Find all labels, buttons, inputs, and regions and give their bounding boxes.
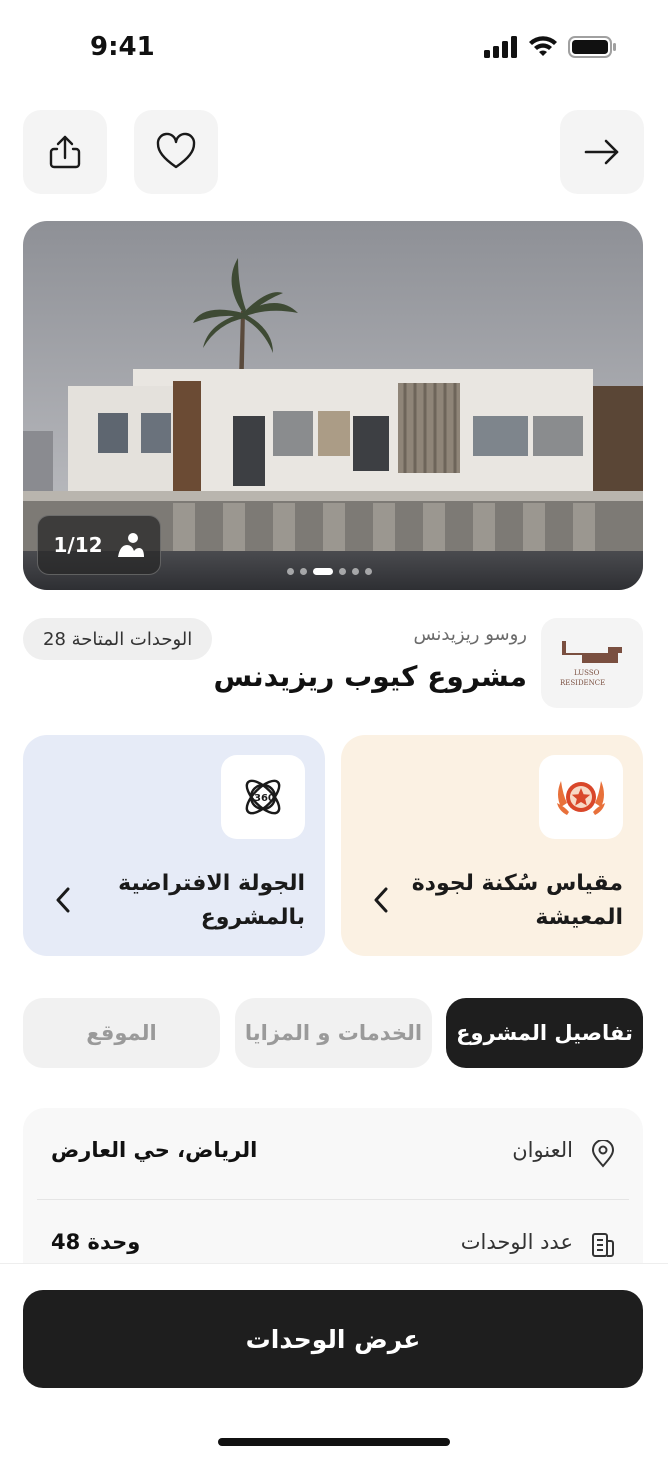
project-gallery[interactable]: 1/12	[23, 221, 643, 590]
chevron-left-icon	[374, 887, 388, 913]
chevron-left-icon	[56, 887, 70, 913]
detail-row-address: العنوان الرياض، حي العارض	[23, 1108, 643, 1198]
tour-card-title: الجولة الافتراضية بالمشروع	[118, 871, 305, 930]
battery-icon	[568, 36, 616, 58]
tab-project-details[interactable]: تفاصيل المشروع	[446, 998, 643, 1068]
arrow-right-icon	[584, 139, 619, 165]
quality-card-title: مقياس سُكنة لجودة المعيشة	[411, 871, 623, 930]
gallery-dot[interactable]	[365, 568, 372, 575]
gallery-dot[interactable]	[287, 568, 294, 575]
status-time: 9:41	[90, 32, 155, 62]
location-pin-icon	[591, 1140, 615, 1168]
tour-icon-box: 360	[221, 755, 305, 839]
tab-services-features[interactable]: الخدمات و المزايا	[235, 998, 432, 1068]
units-count-label: عدد الوحدات	[460, 1230, 573, 1254]
available-units-badge: الوحدات المتاحة 28	[23, 618, 213, 660]
wifi-icon	[529, 36, 557, 56]
gallery-dots	[287, 568, 372, 575]
favorite-button[interactable]	[134, 110, 218, 194]
photo-counter[interactable]: 1/12	[37, 515, 161, 575]
project-title: مشروع كيوب ريزيدنس	[213, 660, 527, 693]
lusso-logo: LUSSO RESIDENCE	[560, 641, 622, 687]
share-button[interactable]	[23, 110, 107, 194]
quality-icon-box	[539, 755, 623, 839]
share-icon	[49, 135, 81, 169]
tab-location[interactable]: الموقع	[23, 998, 220, 1068]
logo-text-1: LUSSO	[574, 669, 600, 677]
quality-of-life-card[interactable]: مقياس سُكنة لجودة المعيشة	[341, 735, 643, 956]
developer-name[interactable]: روسو ريزيدنس	[413, 624, 527, 645]
heart-icon	[156, 132, 196, 169]
home-indicator	[218, 1438, 450, 1446]
building-icon	[592, 1233, 614, 1257]
gallery-dot-active[interactable]	[313, 568, 333, 575]
units-count-value: 48 وحدة	[51, 1230, 141, 1254]
svg-text:360: 360	[254, 793, 275, 804]
gallery-dot[interactable]	[300, 568, 307, 575]
developer-logo[interactable]: LUSSO RESIDENCE	[541, 618, 643, 708]
360-tour-icon: 360	[245, 779, 281, 815]
view-units-button[interactable]: عرض الوحدات	[23, 1290, 643, 1388]
back-button[interactable]	[560, 110, 644, 194]
status-icons	[484, 36, 616, 58]
address-value: الرياض، حي العارض	[51, 1138, 258, 1162]
gallery-dot[interactable]	[339, 568, 346, 575]
images-icon	[117, 533, 144, 557]
award-star-icon	[557, 781, 605, 815]
address-label: العنوان	[512, 1138, 573, 1162]
gallery-dot[interactable]	[352, 568, 359, 575]
logo-text-2: RESIDENCE	[560, 679, 605, 687]
virtual-tour-card[interactable]: 360 الجولة الافتراضية بالمشروع	[23, 735, 325, 956]
signal-icon	[484, 36, 517, 58]
photo-counter-text: 1/12	[53, 533, 103, 557]
